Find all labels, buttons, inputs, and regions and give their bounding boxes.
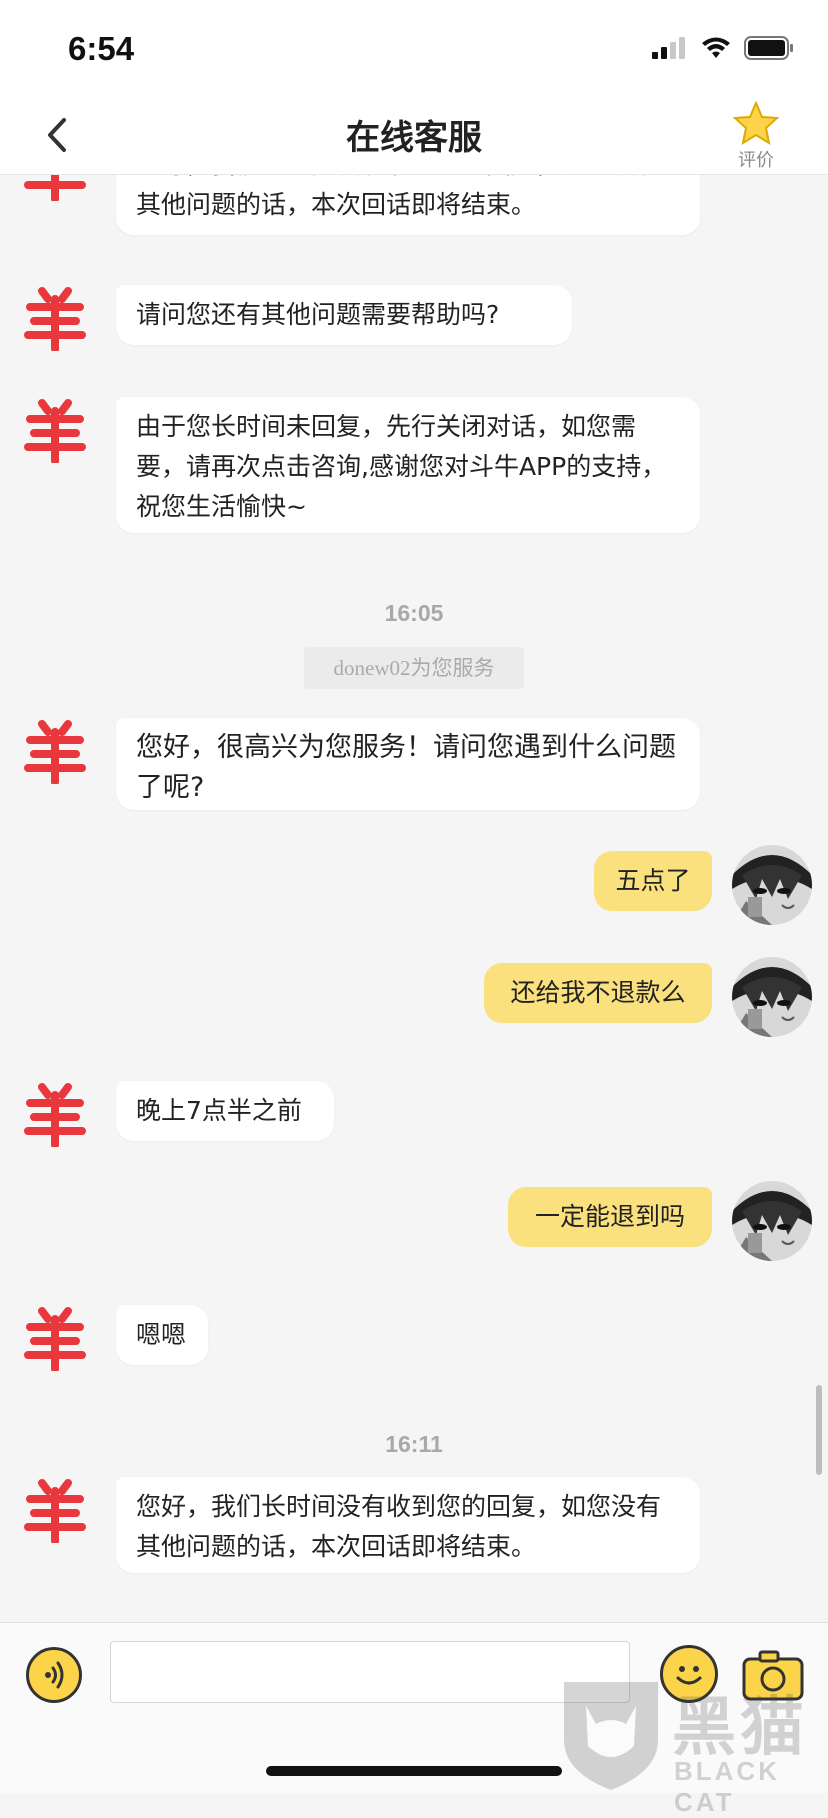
message-user: 还给我不退款么 — [0, 957, 828, 1047]
system-notice: donew02为您服务 — [304, 647, 524, 689]
chat-timestamp: 16:05 — [384, 600, 444, 626]
user-avatar — [732, 845, 812, 925]
message-text: 一定能退到吗 — [508, 1187, 712, 1247]
agent-avatar-icon — [24, 397, 86, 463]
status-time: 6:54 — [68, 30, 135, 67]
watermark-text: 黑猫 — [672, 1691, 808, 1765]
agent-avatar-icon — [24, 1477, 86, 1543]
agent-avatar-icon — [24, 1081, 86, 1147]
wifi-icon — [702, 37, 730, 58]
agent-avatar-icon — [24, 175, 86, 201]
message-text: 晚上7点半之前 — [116, 1081, 334, 1141]
message-agent: 嗯嗯 — [0, 1305, 828, 1375]
page-title: 在线客服 — [346, 118, 482, 158]
chat-scrollbar[interactable] — [816, 1385, 822, 1475]
message-text: 您好，我们长时间没有收到您的回复，如您没有其他问题的话，本次回话即将结束。 — [116, 1477, 700, 1573]
message-text: 您好，我们长时间没有收到您的回复，如您没有其他问题的话，本次回话即将结束。 — [116, 175, 700, 235]
message-agent: 晚上7点半之前 — [0, 1081, 828, 1151]
rate-label: 评价 — [738, 150, 774, 171]
user-avatar — [732, 1181, 812, 1261]
status-icons — [652, 36, 794, 60]
message-text: 您好，很高兴为您服务！请问您遇到什么问题了呢? — [116, 718, 700, 810]
message-user: 五点了 — [0, 845, 828, 935]
rate-button[interactable]: 评价 — [726, 100, 786, 172]
message-input[interactable] — [110, 1641, 630, 1703]
message-agent: 您好，我们长时间没有收到您的回复，如您没有其他问题的话，本次回话即将结束。 — [0, 1477, 828, 1577]
message-text: 请问您还有其他问题需要帮助吗? — [116, 285, 572, 345]
message-text: 还给我不退款么 — [484, 963, 712, 1023]
chat-area[interactable]: 您好，我们长时间没有收到您的回复，如您没有其他问题的话，本次回话即将结束。 请问… — [0, 175, 828, 1621]
user-avatar — [732, 957, 812, 1037]
message-agent: 由于您长时间未回复，先行关闭对话，如您需要，请再次点击咨询,感谢您对斗牛APP的… — [0, 397, 828, 537]
agent-avatar-icon — [24, 1305, 86, 1371]
cellular-signal-icon — [652, 37, 685, 59]
header-bar: 在线客服 评价 — [0, 100, 828, 175]
agent-avatar-icon — [24, 285, 86, 351]
message-text: 由于您长时间未回复，先行关闭对话，如您需要，请再次点击咨询,感谢您对斗牛APP的… — [116, 397, 700, 533]
black-cat-logo-icon — [564, 1682, 658, 1790]
watermark: 黑猫 BLACK CAT — [556, 1676, 828, 1817]
battery-icon — [744, 36, 793, 60]
home-indicator[interactable] — [266, 1766, 562, 1776]
watermark-subtext: BLACK CAT — [674, 1756, 780, 1817]
message-agent: 请问您还有其他问题需要帮助吗? — [0, 285, 828, 355]
message-text: 嗯嗯 — [116, 1305, 208, 1365]
message-agent: 您好，我们长时间没有收到您的回复，如您没有其他问题的话，本次回话即将结束。 — [0, 175, 828, 245]
voice-icon — [45, 1661, 64, 1689]
voice-button[interactable] — [26, 1647, 82, 1703]
message-text: 五点了 — [594, 851, 712, 911]
agent-avatar-icon — [24, 718, 86, 784]
chat-timestamp: 16:11 — [385, 1431, 443, 1457]
message-user: 一定能退到吗 — [0, 1181, 828, 1271]
message-agent: 您好，很高兴为您服务！请问您遇到什么问题了呢? — [0, 718, 828, 818]
star-icon — [732, 100, 780, 146]
status-bar: 6:54 — [0, 0, 828, 100]
